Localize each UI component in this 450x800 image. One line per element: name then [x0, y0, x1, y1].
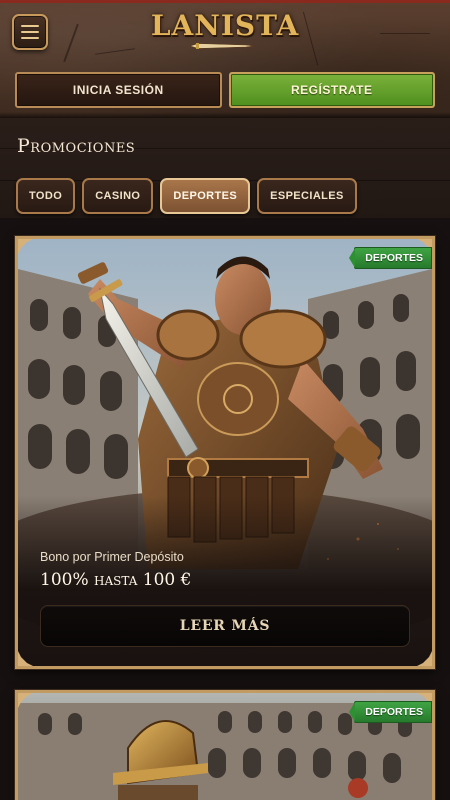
filter-tab-especiales[interactable]: ESPECIALES [257, 178, 357, 214]
promotion-card[interactable]: DEPORTES Bono por Primer Depósito 100% h… [15, 236, 435, 669]
site-header: LANISTA INICIA SESIÓN REGÍSTRATE [0, 0, 450, 118]
read-more-button[interactable]: LEER MÁS [40, 605, 410, 647]
filter-tab-deportes[interactable]: DEPORTES [160, 178, 251, 214]
promotion-filters: TODO CASINO DEPORTES ESPECIALES [16, 178, 357, 214]
filter-tab-casino[interactable]: CASINO [82, 178, 154, 214]
promotion-subtitle: Bono por Primer Depósito [40, 550, 184, 564]
filter-tab-todo[interactable]: TODO [16, 178, 76, 214]
auth-buttons: INICIA SESIÓN REGÍSTRATE [15, 72, 435, 108]
corner-ornament-icon [417, 651, 432, 666]
register-button[interactable]: REGÍSTRATE [228, 72, 435, 108]
login-button[interactable]: INICIA SESIÓN [15, 72, 222, 108]
category-badge: DEPORTES [349, 701, 432, 723]
site-logo[interactable]: LANISTA [0, 9, 450, 42]
logo-sword-icon [190, 43, 254, 49]
page-title: Promociones [17, 135, 136, 157]
corner-ornament-icon [18, 651, 33, 666]
corner-ornament-icon [18, 693, 33, 708]
promotion-card[interactable]: DEPORTES [15, 690, 435, 800]
promotion-title: 100% hasta 100 € [40, 570, 192, 590]
category-badge: DEPORTES [349, 247, 432, 269]
corner-ornament-icon [18, 239, 33, 254]
